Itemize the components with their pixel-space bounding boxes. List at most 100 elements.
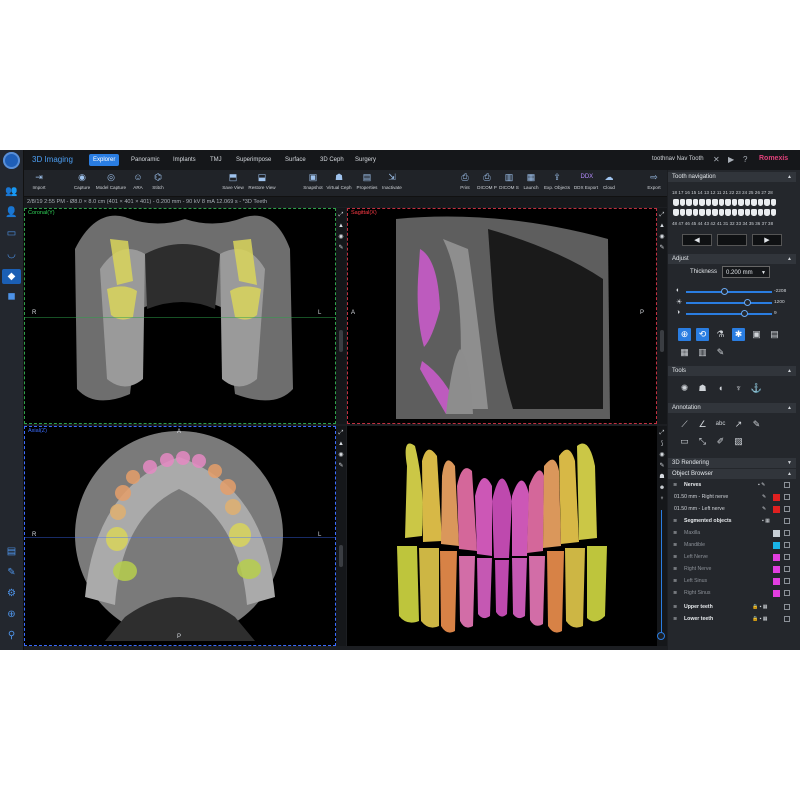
right-sinus-color-swatch[interactable] [773,590,780,597]
collapse-icon[interactable]: ▲ [787,254,792,264]
sparkle-tool-icon[interactable]: ✺ [678,382,691,395]
fill-icon[interactable]: ▨ [732,435,745,448]
warning-icon[interactable]: ▲ [337,440,345,448]
arrow-icon[interactable]: ↗ [732,418,745,431]
maximize-icon[interactable]: ⤢ [337,211,345,219]
wrench-icon[interactable]: ✎ [337,244,345,252]
tab-implants[interactable]: Implants [169,154,200,166]
wrench-icon[interactable]: ✎ [762,504,766,515]
camera-icon[interactable]: ◉ [337,451,345,459]
tooth-navigation-header[interactable]: Tooth navigation ▲ [668,172,796,182]
report-icon[interactable]: ▤ [5,546,18,557]
3d-rendering-header[interactable]: 3D Rendering ▼ [668,458,796,468]
axial-scrollbar[interactable] [339,545,343,567]
collapse-icon[interactable]: ▲ [787,469,792,479]
nerves-visibility-checkbox[interactable] [784,482,790,488]
right-sinus-checkbox[interactable] [784,590,790,596]
camera-icon[interactable]: ◉ [658,233,666,241]
export-objects-button[interactable]: ⇪ Exp. Objects [542,172,572,190]
right-sinus-row[interactable]: ≋ Right Sinus [670,588,796,599]
next-tooth-button[interactable]: ▶ [752,234,782,246]
left-nerve-color-swatch[interactable] [773,506,780,513]
table-icon[interactable]: ▥ [696,346,709,359]
zoom-fit-icon[interactable]: ⊕ [678,328,691,341]
coronal-view[interactable]: Coronal(Y) [24,208,336,424]
video-icon[interactable]: ▶ [728,155,734,164]
tab-surgery[interactable]: Surgery [351,154,380,166]
face-icon[interactable]: ☻ [658,484,666,492]
tab-tmj[interactable]: TMJ [206,154,226,166]
tab-superimpose[interactable]: Superimpose [232,154,275,166]
camera-icon[interactable]: ◉ [658,451,666,459]
panoramic-icon[interactable]: ◡ [5,249,18,260]
right-nerve-segment-checkbox[interactable] [784,566,790,572]
inactivate-button[interactable]: ⇲ Inactivate [380,172,404,190]
virtual-ceph-button[interactable]: ☗ Virtual Ceph [324,172,354,190]
patients-icon[interactable]: 👥 [5,186,18,197]
coronal-scrollbar[interactable] [339,330,343,352]
thickness-select[interactable]: 0.200 mm ▼ [722,266,770,278]
dicom-send-button[interactable]: ▥ DICOM S [498,172,520,190]
right-nerve-color-swatch[interactable] [773,494,780,501]
maxilla-color-swatch[interactable] [773,530,780,537]
right-nerve-row[interactable]: 01.50 mm - Right nerve ✎ [670,492,796,503]
gamma-slider-track[interactable] [686,313,772,315]
adjust-header[interactable]: Adjust ▲ [668,254,796,264]
card-icon[interactable]: ▭ [5,228,18,239]
snapshot-button[interactable]: ▣ Snapshot [302,172,324,190]
nerves-group-row[interactable]: ≋ Nerves ▪ ✎ [670,480,796,491]
tooth-index-field[interactable] [717,234,747,246]
model-icon[interactable]: ◼ [5,291,18,302]
maximize-icon[interactable]: ⤢ [658,211,666,219]
brush-icon[interactable]: ✐ [714,435,727,448]
layout-icon[interactable]: ▤ [768,328,781,341]
cloud-button[interactable]: ☁ Cloud [600,172,618,190]
mandible-color-swatch[interactable] [773,542,780,549]
angle-icon[interactable]: ∠ [696,418,709,431]
ara-button[interactable]: ☺ ARA [130,172,146,190]
save-view-button[interactable]: ⬒ Save View [220,172,246,190]
left-nerve-segment-checkbox[interactable] [784,554,790,560]
left-sinus-row[interactable]: ≋ Left Sinus [670,576,796,587]
lower-teeth-row-item[interactable]: ≋ Lower teeth 🔒 ▪ ▦ [670,614,796,625]
text-annotation-icon[interactable]: abc [714,418,727,431]
ddx-export-button[interactable]: DDX DDX Export [572,172,600,190]
dicom-print-button[interactable]: ⎙ DICOM P [476,172,498,190]
drill-icon[interactable]: ⤡ [696,435,709,448]
pen-icon[interactable]: ✎ [750,418,763,431]
upper-teeth-row[interactable] [673,199,776,206]
reset-view-icon[interactable]: ⟲ [696,328,709,341]
brightness-slider-track[interactable] [686,302,772,304]
nerve-icon[interactable]: ⟆ [658,440,666,448]
tooth-tool-icon[interactable]: ♆ [732,382,745,395]
mandible-checkbox[interactable] [784,542,790,548]
upper-teeth-actions[interactable]: 🔒 ▪ ▦ [752,602,768,613]
segmented-objects-row[interactable]: ≋ Segmented objects ▪ ▦ [670,516,796,527]
import-button[interactable]: ⇥ Import [28,172,50,190]
user-settings-icon[interactable]: ⚲ [5,630,18,641]
skull-tool-icon[interactable]: ☗ [696,382,709,395]
left-nerve-checkbox[interactable] [784,506,790,512]
axial-view[interactable]: Axial(Z) [24,426,336,646]
sharpen-icon[interactable]: ✱ [732,328,745,341]
restore-view-button[interactable]: ⬓ Restore View [246,172,278,190]
collapse-icon[interactable]: ▲ [787,366,792,376]
left-sinus-checkbox[interactable] [784,578,790,584]
segment-group-actions[interactable]: ▪ ▦ [762,516,770,527]
expand-icon[interactable]: ▼ [787,458,792,468]
wrench-icon[interactable]: ✎ [762,492,766,503]
right-nerve-checkbox[interactable] [784,494,790,500]
close-icon[interactable]: ✕ [713,155,720,164]
prev-tooth-button[interactable]: ◀ [682,234,712,246]
segmented-visibility-checkbox[interactable] [784,518,790,524]
right-nerve-segment-row[interactable]: ≋ Right Nerve [670,564,796,575]
collapse-icon[interactable]: ▲ [787,172,792,182]
lower-teeth-checkbox[interactable] [784,616,790,622]
maxilla-row[interactable]: ≋ Maxilla [670,528,796,539]
pin-tool-icon[interactable]: ⚓ [750,382,763,395]
microscope-icon[interactable]: ✎ [5,567,18,578]
nerve-group-actions[interactable]: ▪ ✎ [758,480,765,491]
maximize-icon[interactable]: ⤢ [658,429,666,437]
left-nerve-row[interactable]: 01.50 mm - Left nerve ✎ [670,504,796,515]
3d-render-view[interactable] [347,426,657,646]
